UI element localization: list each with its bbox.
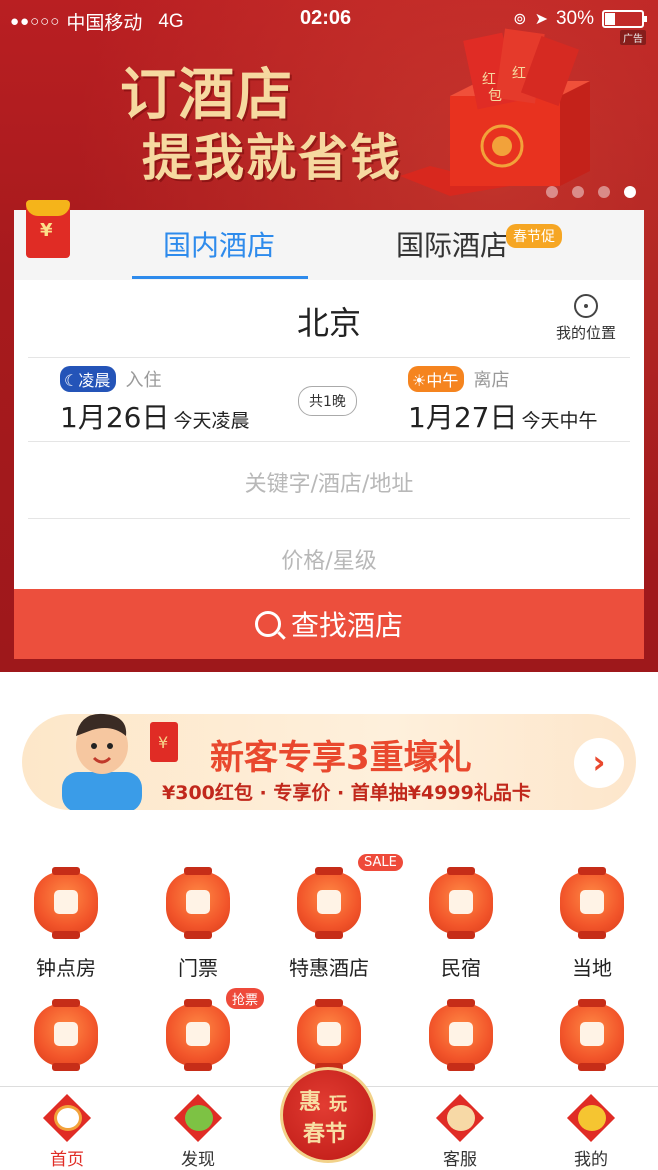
ad-label: 广告 [620,30,646,45]
search-hotel-button[interactable]: 查找酒店 [14,589,644,659]
tab-service-label: 客服 [443,1150,477,1170]
gift-box-illustration: 红 包 红 [400,28,590,196]
customer-service-lantern-icon [435,1093,485,1143]
category-tickets[interactable]: 门票 [138,867,258,981]
center-line-2: 春节 [303,1121,348,1147]
gold-ingot-icon [566,1093,616,1143]
train-icon [166,999,230,1071]
bottom-tab-bar: 首页 发现 惠 玩 春节 客服 我的 [0,1067,658,1170]
tab-discover-label: 发现 [181,1150,215,1170]
category-discount-hotel[interactable]: 特惠酒店 [269,867,389,981]
category-crossroad[interactable] [532,999,652,1071]
tab-customer-service[interactable]: 客服 [405,1093,515,1170]
checkin-date-value: 1月26日 [60,401,170,434]
spring-festival-badge: 春节促 [506,224,562,248]
checkout-date[interactable]: ☀中午 离店 1月27日 今天中午 [408,366,597,436]
gift-char-3: 红 [512,66,526,82]
gift-char-1: 红 [482,72,496,88]
page-dot[interactable] [572,186,584,198]
category-label: 当地 [572,956,612,980]
house-icon [429,867,493,939]
category-label: 民宿 [441,956,481,980]
tab-domestic-hotel[interactable]: 国内酒店 [134,224,304,264]
carrier-name: 中国移动 [66,13,143,34]
my-location-button[interactable]: 我的位置 [546,294,626,343]
crossroad-icon [560,999,624,1071]
category-label: 特惠酒店 [289,956,369,980]
category-hourly-room[interactable]: 钟点房 [6,867,126,981]
page-dot[interactable] [598,186,610,198]
category-local[interactable]: 当地 [532,867,652,981]
tab-home[interactable]: 首页 [12,1093,122,1170]
promo-title: 新客专享3重壕礼 [210,738,472,778]
price-placeholder: 价格/星级 [281,549,377,574]
checkin-date[interactable]: ☾凌晨 入住 1月26日 今天凌晨 [60,366,249,436]
sale-badge: SALE [358,854,403,871]
ticket-icon [166,867,230,939]
grab-ticket-badge: 抢票 [226,988,265,1009]
red-envelope-icon[interactable]: ¥ [26,200,70,258]
gift-char-2: 包 [488,88,502,104]
keyword-input[interactable]: 关键字/酒店/地址 [28,442,630,519]
hotel-search-card: ¥ 国内酒店 国际酒店 春节促 北京 我的位置 ☾凌晨 入住 1月26日 今天凌晨… [14,200,644,659]
signal-strength: ●●○○○ [10,13,61,30]
new-customer-promo-banner[interactable]: ¥ 新客专享3重壕礼 ¥300红包 · 专享价 · 首单抽¥4999礼品卡 › [22,713,636,810]
city-name[interactable]: 北京 [28,298,630,344]
home-rooster-icon [42,1093,92,1143]
clock-icon [34,867,98,939]
checkin-note: 今天凌晨 [173,410,250,432]
clock: 02:06 [300,7,352,29]
checkout-date-value: 1月27日 [408,401,518,434]
checkout-tag: 中午 [426,371,459,390]
nights-count: 共1晚 [298,386,357,416]
checkin-label: 入住 [125,370,162,391]
category-homestay[interactable]: 民宿 [401,867,521,981]
keyword-placeholder: 关键字/酒店/地址 [244,472,414,497]
spring-festival-center-button[interactable]: 惠 玩 春节 [280,1067,376,1163]
checkout-label: 离店 [473,370,510,391]
promo-subtitle: ¥300红包 · 专享价 · 首单抽¥4999礼品卡 [162,782,531,804]
crosshair-icon [574,294,598,318]
bus-icon [297,999,361,1071]
checkout-note: 今天中午 [521,410,598,432]
banner-pagination[interactable] [546,186,636,198]
date-selector[interactable]: ☾凌晨 入住 1月26日 今天凌晨 共1晚 ☀中午 离店 1月27日 今天中午 [28,358,630,442]
banner-slogan-line2: 提我就省钱 [142,128,402,187]
yen-symbol: ¥ [40,220,53,241]
document-icon [429,999,493,1071]
tag-icon [297,867,361,939]
map-pin-icon [560,867,624,939]
city-selector[interactable]: 北京 我的位置 [28,280,630,358]
category-flights[interactable] [6,999,126,1071]
hotel-type-tabs: ¥ 国内酒店 国际酒店 春节促 [14,200,644,280]
price-star-filter[interactable]: 价格/星级 [28,519,630,589]
category-document[interactable] [401,999,521,1071]
sun-badge: ☀中午 [408,366,465,392]
center-char-1: 惠 [299,1089,322,1115]
search-button-label: 查找酒店 [290,609,403,642]
discover-bowl-icon [173,1093,223,1143]
network-type: 4G [158,10,184,32]
tab-mine[interactable]: 我的 [536,1093,646,1170]
page-dot-active[interactable] [624,186,636,198]
my-location-label: 我的位置 [555,324,616,342]
plane-icon [34,999,98,1071]
tab-mine-label: 我的 [574,1150,608,1170]
page-dot[interactable] [546,186,558,198]
active-tab-indicator [132,276,308,279]
checkin-tag: 凌晨 [78,371,111,390]
tab-home-label: 首页 [50,1150,84,1170]
hongbao-yen: ¥ [158,733,168,752]
search-icon [254,611,281,637]
category-label: 门票 [178,956,218,980]
category-train[interactable] [138,999,258,1071]
tab-discover[interactable]: 发现 [143,1093,253,1170]
moon-badge: ☾凌晨 [60,366,117,392]
chevron-right-icon[interactable]: › [574,738,624,788]
category-label: 钟点房 [36,956,96,980]
center-char-2: 玩 [329,1094,347,1115]
category-bus[interactable] [269,999,389,1071]
